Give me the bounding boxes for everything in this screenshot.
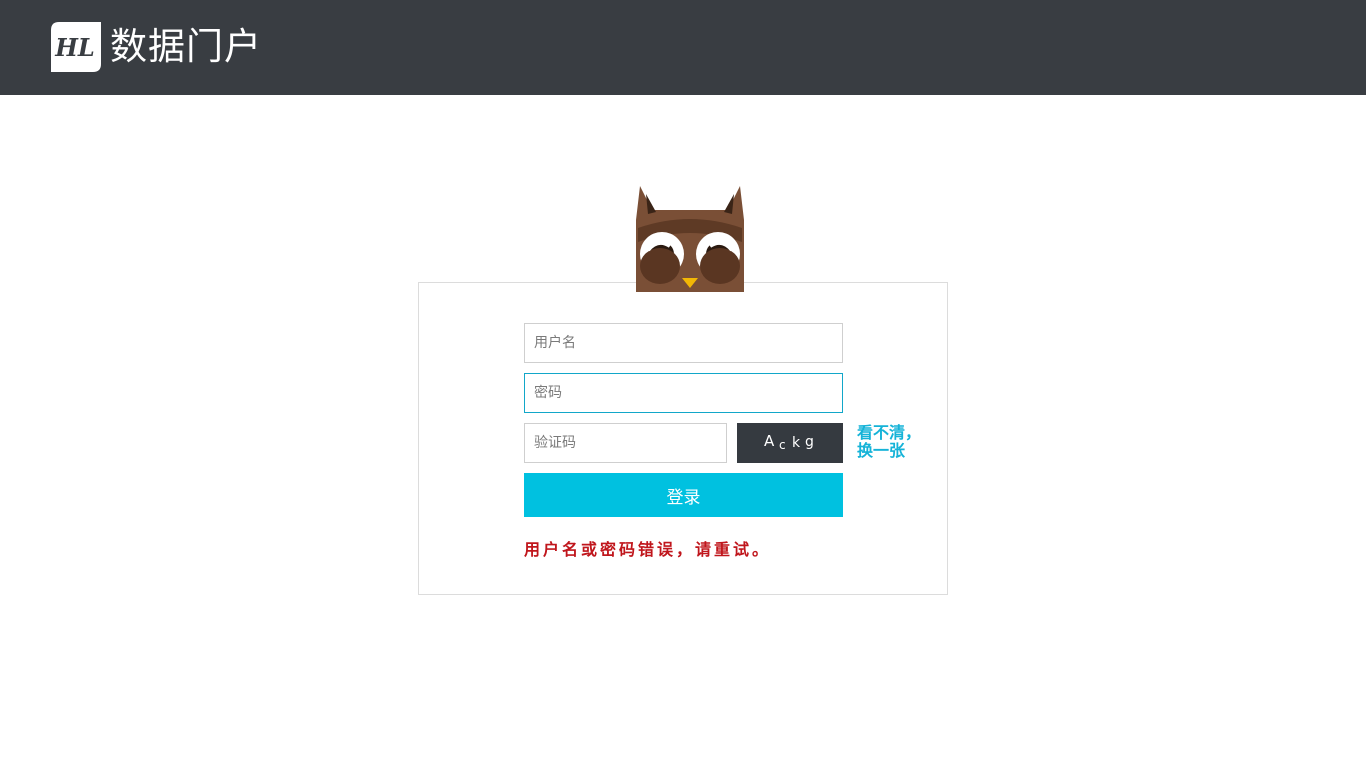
owl-mascot-icon (636, 186, 744, 292)
captcha-image[interactable]: A c k g (737, 423, 843, 463)
captcha-char: c (779, 438, 786, 452)
login-button[interactable]: 登录 (524, 473, 843, 517)
password-input[interactable] (524, 373, 843, 413)
hl-logo-icon: HL (51, 22, 101, 72)
username-input[interactable] (524, 323, 843, 363)
captcha-char: A (764, 432, 775, 450)
refresh-captcha-line2: 换一张 (857, 441, 906, 460)
logo-text: HL (54, 33, 95, 62)
app-title: 数据门户 (110, 25, 262, 68)
captcha-char: g (805, 434, 814, 450)
error-message: 用户名或密码错误，请重试。 (524, 540, 772, 559)
top-header: HL 数据门户 (0, 0, 1366, 95)
refresh-captcha-line1: 看不清， (857, 423, 922, 442)
refresh-captcha-link[interactable]: 看不清， 换一张 (857, 424, 937, 460)
captcha-input[interactable] (524, 423, 727, 463)
captcha-char: k (792, 435, 801, 451)
